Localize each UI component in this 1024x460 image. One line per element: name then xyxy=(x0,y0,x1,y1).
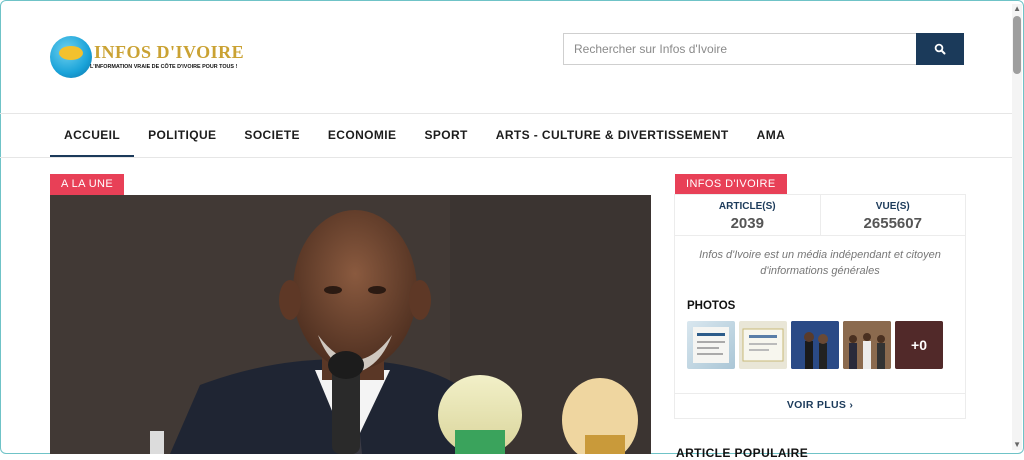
photos-heading: PHOTOS xyxy=(687,300,736,312)
photo-thumbnail[interactable] xyxy=(739,321,787,369)
photo-award xyxy=(791,321,839,369)
nav-item-accueil[interactable]: ACCUEIL xyxy=(50,114,135,157)
search-bar xyxy=(563,33,964,65)
stat-label: VUE(S) xyxy=(875,201,910,212)
photos-more-count: +0 xyxy=(895,321,943,369)
stat-articles: ARTICLE(S) 2039 xyxy=(675,195,820,235)
site-logo[interactable]: INFOS D'IVOIRE L'INFORMATION VRAIE DE CÔ… xyxy=(50,36,244,80)
headline-photo xyxy=(50,195,651,454)
scrollbar-thumb[interactable] xyxy=(1013,16,1021,74)
photo-thumbnail[interactable] xyxy=(687,321,735,369)
nav-item-politique[interactable]: POLITIQUE xyxy=(134,114,230,157)
logo-tagline: L'INFORMATION VRAIE DE CÔTE D'IVOIRE POU… xyxy=(90,64,238,70)
stats-row: ARTICLE(S) 2039 VUE(S) 2655607 xyxy=(675,195,965,236)
photo-thumbnails: +0 xyxy=(687,321,947,369)
main-nav: ACCUEIL POLITIQUE SOCIETE ECONOMIE SPORT… xyxy=(50,114,799,157)
nav-item-arts-culture[interactable]: ARTS - CULTURE & DIVERTISSEMENT xyxy=(482,114,743,157)
stat-views: VUE(S) 2655607 xyxy=(819,195,966,235)
logo-emblem-icon xyxy=(50,36,92,78)
headline-image[interactable] xyxy=(50,195,651,454)
photo-group xyxy=(843,321,891,369)
sidebar-badge: INFOS D'IVOIRE xyxy=(675,174,787,195)
search-input[interactable] xyxy=(563,33,916,65)
logo-title: INFOS D'IVOIRE xyxy=(94,42,245,62)
photo-thumbnail[interactable] xyxy=(791,321,839,369)
scroll-down-icon[interactable]: ▼ xyxy=(1013,440,1021,449)
photo-thumbnail-more[interactable]: +0 xyxy=(895,321,943,369)
nav-divider xyxy=(0,157,1012,158)
nav-item-economie[interactable]: ECONOMIE xyxy=(314,114,411,157)
photo-diploma xyxy=(693,327,729,363)
voir-plus-link[interactable]: VOIR PLUS › xyxy=(675,399,965,411)
sidebar-divider xyxy=(675,393,965,394)
site-description: Infos d'Ivoire est un média indépendant … xyxy=(699,249,941,277)
search-button[interactable] xyxy=(916,33,964,65)
scroll-up-icon[interactable]: ▲ xyxy=(1013,4,1021,13)
popular-articles-heading: ARTICLE POPULAIRE xyxy=(676,446,809,460)
stat-value: 2655607 xyxy=(863,215,922,232)
chevron-right-icon: › xyxy=(849,399,854,411)
voir-plus-label: VOIR PLUS xyxy=(786,399,847,411)
search-icon xyxy=(934,43,946,55)
sidebar-info-box: ARTICLE(S) 2039 VUE(S) 2655607 Infos d'I… xyxy=(674,194,966,419)
stat-label: ARTICLE(S) xyxy=(718,201,776,212)
nav-item-societe[interactable]: SOCIETE xyxy=(230,114,313,157)
headline-badge: A LA UNE xyxy=(50,174,125,195)
nav-item-sport[interactable]: SPORT xyxy=(410,114,481,157)
stat-value: 2039 xyxy=(730,215,764,232)
nav-item-ama[interactable]: AMA xyxy=(743,114,800,157)
photo-certificate xyxy=(742,328,784,362)
photo-thumbnail[interactable] xyxy=(843,321,891,369)
